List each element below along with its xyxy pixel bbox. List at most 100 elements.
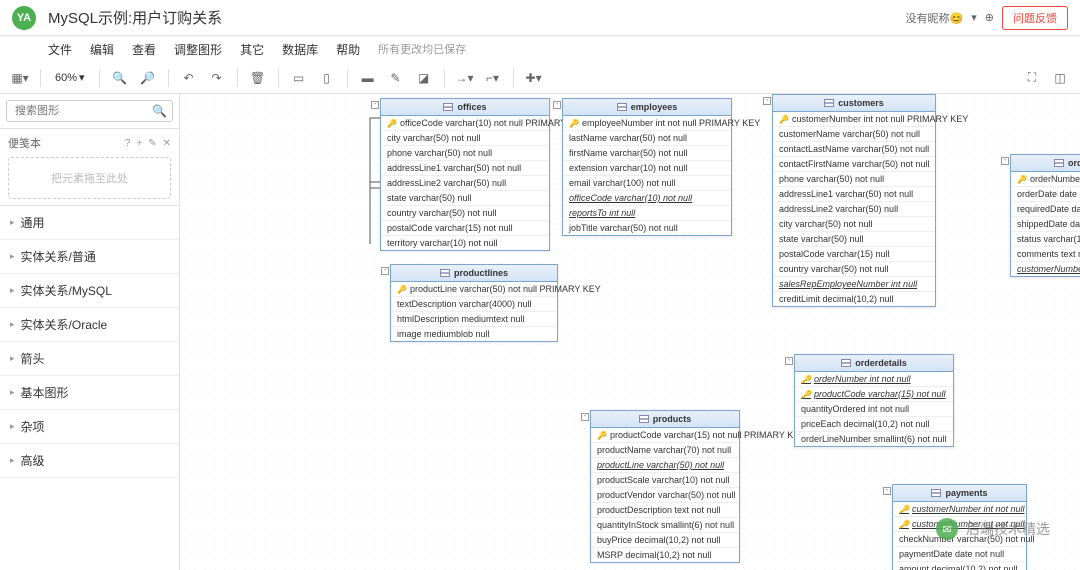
panel-er-common[interactable]: 实体关系/普通 (0, 240, 179, 274)
search-input[interactable] (6, 100, 173, 122)
table-orderdetails[interactable]: - orderdetails 🔑orderNumber int not null… (794, 354, 954, 447)
collapse-handle[interactable]: - (371, 101, 379, 109)
scratch-close-icon[interactable]: ✕ (163, 138, 171, 149)
table-header[interactable]: customers (773, 95, 935, 112)
table-column[interactable]: email varchar(100) not null (563, 176, 731, 191)
table-header[interactable]: products (591, 411, 739, 428)
globe-icon[interactable]: ⊕ (985, 11, 994, 24)
scratch-add-icon[interactable]: + (136, 138, 142, 149)
collapse-handle[interactable]: - (381, 267, 389, 275)
table-column[interactable]: officeCode varchar(10) not null (563, 191, 731, 206)
table-column[interactable]: city varchar(50) not null (773, 217, 935, 232)
table-column[interactable]: priceEach decimal(10,2) not null (795, 417, 953, 432)
feedback-button[interactable]: 问题反馈 (1002, 6, 1068, 30)
table-column[interactable]: productDescription text not null (591, 503, 739, 518)
menu-database[interactable]: 数据库 (282, 41, 318, 58)
connection-button[interactable]: →▾ (453, 66, 477, 90)
shadow-button[interactable]: ◪ (412, 66, 436, 90)
table-column[interactable]: amount decimal(10,2) not null (893, 562, 1026, 570)
table-column[interactable]: image mediumblob null (391, 327, 557, 341)
table-column[interactable]: extension varchar(10) not null (563, 161, 731, 176)
view-mode-button[interactable]: ▦▾ (8, 66, 32, 90)
scratch-edit-icon[interactable]: ✎ (148, 138, 156, 149)
collapse-handle[interactable]: - (553, 101, 561, 109)
table-column[interactable]: phone varchar(50) not null (773, 172, 935, 187)
table-header[interactable]: offices (381, 99, 549, 116)
table-column[interactable]: buyPrice decimal(10,2) not null (591, 533, 739, 548)
table-column[interactable]: status varchar(15) not null (1011, 232, 1080, 247)
table-column[interactable]: addressLine2 varchar(50) null (773, 202, 935, 217)
zoom-in-button[interactable]: 🔍 (108, 66, 132, 90)
redo-button[interactable]: ↷ (205, 66, 229, 90)
menu-edit[interactable]: 编辑 (90, 41, 114, 58)
table-column[interactable]: textDescription varchar(4000) null (391, 297, 557, 312)
table-column[interactable]: productLine varchar(50) not null (591, 458, 739, 473)
table-column[interactable]: shippedDate date null (1011, 217, 1080, 232)
collapse-handle[interactable]: - (785, 357, 793, 365)
table-column[interactable]: comments text null (1011, 247, 1080, 262)
panel-basic[interactable]: 基本图形 (0, 376, 179, 410)
table-column[interactable]: quantityInStock smallint(6) not null (591, 518, 739, 533)
table-column[interactable]: contactFirstName varchar(50) not null (773, 157, 935, 172)
collapse-handle[interactable]: - (1001, 157, 1009, 165)
table-column[interactable]: 🔑productCode varchar(15) not null (795, 387, 953, 402)
table-column[interactable]: 🔑orderNumber int not null (795, 372, 953, 387)
table-column[interactable]: orderLineNumber smallint(6) not null (795, 432, 953, 446)
to-back-button[interactable]: ▯ (315, 66, 339, 90)
scratchpad-drop-area[interactable]: 把元素拖至此处 (8, 157, 171, 199)
waypoint-button[interactable]: ⌐▾ (481, 66, 505, 90)
table-header[interactable]: payments (893, 485, 1026, 502)
table-column[interactable]: customerName varchar(50) not null (773, 127, 935, 142)
table-column[interactable]: addressLine1 varchar(50) not null (381, 161, 549, 176)
format-panel-button[interactable]: ◫ (1048, 66, 1072, 90)
table-column[interactable]: 🔑officeCode varchar(10) not null PRIMARY… (381, 116, 549, 131)
to-front-button[interactable]: ▭ (287, 66, 311, 90)
zoom-out-button[interactable]: 🔎 (136, 66, 160, 90)
search-icon[interactable]: 🔍 (152, 104, 167, 118)
scratch-help-icon[interactable]: ? (125, 138, 131, 149)
fullscreen-button[interactable]: ⛶ (1020, 66, 1044, 90)
table-header[interactable]: productlines (391, 265, 557, 282)
table-column[interactable]: postalCode varchar(15) not null (381, 221, 549, 236)
menu-view[interactable]: 查看 (132, 41, 156, 58)
table-column[interactable]: htmlDescription mediumtext null (391, 312, 557, 327)
table-customers[interactable]: - customers 🔑customerNumber int not null… (772, 94, 936, 307)
panel-advanced[interactable]: 高级 (0, 444, 179, 478)
insert-button[interactable]: ✚▾ (522, 66, 546, 90)
table-products[interactable]: - products 🔑productCode varchar(15) not … (590, 410, 740, 563)
table-column[interactable]: orderDate date not null (1011, 187, 1080, 202)
table-column[interactable]: addressLine2 varchar(50) null (381, 176, 549, 191)
table-column[interactable]: requiredDate date not null (1011, 202, 1080, 217)
undo-button[interactable]: ↶ (177, 66, 201, 90)
table-column[interactable]: creditLimit decimal(10,2) null (773, 292, 935, 306)
table-column[interactable]: 🔑employeeNumber int not null PRIMARY KEY (563, 116, 731, 131)
table-column[interactable]: state varchar(50) null (381, 191, 549, 206)
table-column[interactable]: quantityOrdered int not null (795, 402, 953, 417)
menu-file[interactable]: 文件 (48, 41, 72, 58)
panel-general[interactable]: 通用 (0, 206, 179, 240)
table-column[interactable]: jobTitle varchar(50) not null (563, 221, 731, 235)
panel-er-mysql[interactable]: 实体关系/MySQL (0, 274, 179, 308)
table-column[interactable]: 🔑customerNumber int not null PRIMARY KEY (773, 112, 935, 127)
table-column[interactable]: productName varchar(70) not null (591, 443, 739, 458)
table-column[interactable]: productVendor varchar(50) not null (591, 488, 739, 503)
table-header[interactable]: employees (563, 99, 731, 116)
menu-extras[interactable]: 其它 (240, 41, 264, 58)
menu-help[interactable]: 帮助 (336, 41, 360, 58)
table-productlines[interactable]: - productlines 🔑productLine varchar(50) … (390, 264, 558, 342)
line-color-button[interactable]: ✎ (384, 66, 408, 90)
table-column[interactable]: paymentDate date not null (893, 547, 1026, 562)
document-title[interactable]: MySQL示例:用户订购关系 (48, 7, 906, 28)
delete-button[interactable]: 🗑 (246, 66, 270, 90)
table-column[interactable]: 🔑orderNumber int not null PRIMARY KEY (1011, 172, 1080, 187)
table-offices[interactable]: - offices 🔑officeCode varchar(10) not nu… (380, 98, 550, 251)
dropdown-icon[interactable]: ▾ (971, 11, 977, 24)
menu-arrange[interactable]: 调整图形 (174, 41, 222, 58)
table-orders[interactable]: - orders 🔑orderNumber int not null PRIMA… (1010, 154, 1080, 277)
table-column[interactable]: productScale varchar(10) not null (591, 473, 739, 488)
collapse-handle[interactable]: - (763, 97, 771, 105)
table-column[interactable]: state varchar(50) null (773, 232, 935, 247)
table-header[interactable]: orders (1011, 155, 1080, 172)
table-column[interactable]: lastName varchar(50) not null (563, 131, 731, 146)
table-column[interactable]: country varchar(50) not null (381, 206, 549, 221)
